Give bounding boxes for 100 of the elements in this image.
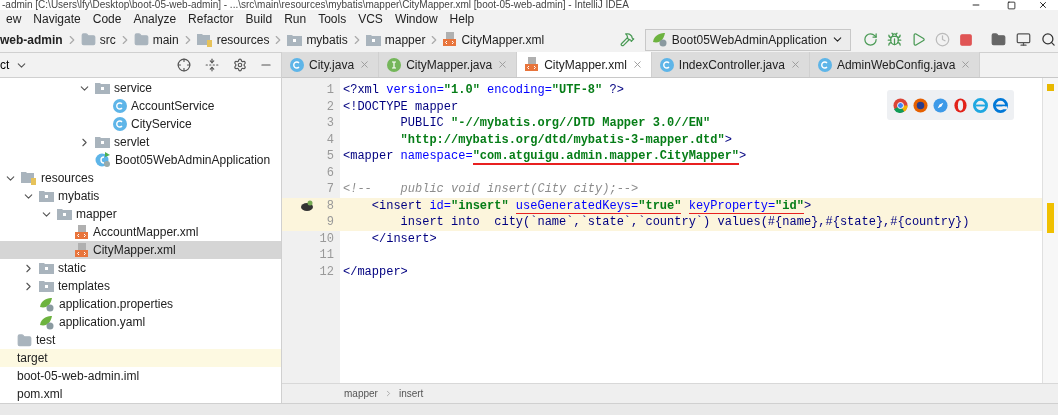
close-icon[interactable] bbox=[1038, 0, 1048, 10]
browser-icon[interactable] bbox=[953, 97, 968, 113]
spring-leaf-icon bbox=[39, 296, 55, 312]
search-icon[interactable] bbox=[1041, 32, 1056, 47]
path-item[interactable]: mapper bbox=[344, 386, 378, 401]
menu-item[interactable]: Code bbox=[86, 9, 128, 28]
breadcrumb-item[interactable]: src bbox=[80, 30, 116, 49]
editor-tab[interactable]: CityMapper.java bbox=[379, 52, 518, 77]
breadcrumb-item[interactable]: resources bbox=[196, 30, 270, 49]
menu-item[interactable]: Build bbox=[239, 9, 279, 28]
status-marker[interactable] bbox=[1047, 84, 1054, 91]
xml-file-icon bbox=[75, 242, 89, 258]
tree-item[interactable]: resources bbox=[0, 169, 281, 187]
tree-item[interactable]: servlet bbox=[0, 133, 281, 151]
breadcrumb-item[interactable]: CityMapper.xml bbox=[443, 30, 545, 49]
class-icon bbox=[113, 99, 127, 113]
package-folder-icon bbox=[39, 280, 54, 292]
bug-icon[interactable] bbox=[887, 32, 902, 47]
editor-tab[interactable]: CityMapper.xml bbox=[517, 52, 652, 77]
package-folder-icon bbox=[287, 33, 303, 46]
window-title: -admin [C:\Users\lfy\Desktop\boot-05-web-admin] - ...\src\main\resources\mybatis\mapper\CityMapper.xml [boot-05-web-admin] - IntelliJ IDEA bbox=[1, 0, 630, 10]
tree-item[interactable]: static bbox=[0, 259, 281, 277]
tree-item[interactable]: Boot05WebAdminApplication bbox=[0, 151, 281, 169]
class-icon bbox=[817, 57, 832, 72]
class-icon bbox=[659, 57, 674, 72]
line-number: 4 bbox=[325, 131, 334, 149]
browser-icon[interactable] bbox=[893, 97, 908, 113]
menu-item[interactable]: Navigate bbox=[27, 9, 87, 28]
code-line: <!DOCTYPE mapper bbox=[342, 98, 459, 115]
class-icon bbox=[290, 57, 304, 72]
breadcrumb-item[interactable]: main bbox=[133, 30, 179, 49]
package-folder-icon bbox=[95, 136, 110, 148]
line-number: 11 bbox=[318, 247, 334, 265]
menu-item[interactable]: Refactor bbox=[182, 9, 240, 28]
collapse-icon[interactable] bbox=[205, 58, 219, 72]
locate-icon[interactable] bbox=[177, 58, 191, 72]
interface-icon bbox=[387, 57, 402, 72]
menu-item[interactable]: ew bbox=[0, 9, 28, 28]
line-number: 10 bbox=[318, 230, 334, 248]
tree-item[interactable]: CityMapper.xml bbox=[0, 241, 281, 259]
tree-item[interactable]: AccountService bbox=[0, 97, 281, 115]
code-line: <mapper namespace="com.atguigu.admin.mapper.CityMapper"> bbox=[342, 148, 747, 165]
package-folder-icon bbox=[365, 33, 381, 46]
menu-item[interactable]: Tools bbox=[312, 9, 353, 28]
browser-icon[interactable] bbox=[993, 97, 1008, 113]
class-icon bbox=[113, 117, 127, 131]
folder-icon bbox=[80, 32, 96, 47]
settings-icon[interactable] bbox=[233, 58, 247, 72]
xml-file-icon bbox=[443, 32, 458, 47]
resources-folder-icon bbox=[196, 32, 213, 47]
editor-tab[interactable]: City.java bbox=[282, 52, 380, 77]
maximize-icon[interactable] bbox=[1007, 1, 1016, 10]
code-line: </insert> bbox=[370, 230, 437, 247]
line-number: 5 bbox=[325, 148, 334, 166]
rerun-icon[interactable] bbox=[863, 32, 878, 47]
line-number: 3 bbox=[325, 115, 334, 133]
spring-leaf-icon bbox=[651, 32, 668, 47]
tree-item[interactable]: service bbox=[0, 79, 281, 97]
bird-icon[interactable] bbox=[300, 199, 314, 212]
editor-tab[interactable]: AdminWebConfig.java bbox=[809, 52, 981, 77]
line-number: 1 bbox=[325, 82, 334, 100]
line-number: 6 bbox=[325, 164, 334, 182]
folder-icon bbox=[133, 32, 149, 47]
tree-item[interactable]: application.properties bbox=[0, 295, 281, 313]
folder-icon bbox=[17, 332, 32, 348]
path-item[interactable]: insert bbox=[398, 386, 424, 401]
tree-item[interactable]: mybatis bbox=[0, 187, 281, 205]
panel-title[interactable]: ct bbox=[0, 56, 10, 74]
editor-tab[interactable]: IndexController.java bbox=[651, 52, 810, 77]
menu-item[interactable]: Run bbox=[278, 9, 313, 28]
breadcrumb-item[interactable]: web-admin bbox=[0, 30, 63, 49]
tree-item[interactable]: CityService bbox=[0, 115, 281, 133]
run-config-dropdown[interactable]: Boot05WebAdminApplication bbox=[644, 28, 851, 51]
tree-item[interactable]: pom.xml bbox=[0, 385, 281, 403]
coverage-run-icon[interactable] bbox=[911, 32, 926, 47]
hammer-icon[interactable] bbox=[619, 32, 635, 47]
line-number: 7 bbox=[325, 181, 334, 199]
menu-item[interactable]: Help bbox=[443, 9, 481, 28]
package-folder-icon bbox=[39, 262, 54, 274]
tree-item[interactable]: templates bbox=[0, 277, 281, 295]
tree-item[interactable]: target bbox=[0, 349, 281, 367]
tree-item[interactable]: mapper bbox=[0, 205, 281, 223]
menu-item[interactable]: Window bbox=[388, 9, 444, 28]
folder-icon[interactable] bbox=[991, 32, 1006, 47]
change-marker[interactable] bbox=[1047, 203, 1054, 233]
stop-icon[interactable] bbox=[959, 32, 973, 47]
line-number: 12 bbox=[318, 263, 334, 281]
spring-class-icon bbox=[95, 152, 111, 168]
tree-item[interactable]: application.yaml bbox=[0, 313, 281, 331]
breadcrumb-item[interactable]: mapper bbox=[365, 30, 426, 49]
menu-item[interactable]: Analyze bbox=[127, 9, 183, 28]
compass-icon[interactable] bbox=[933, 97, 948, 113]
breadcrumb-item[interactable]: mybatis bbox=[287, 30, 348, 49]
tree-item[interactable]: test bbox=[0, 331, 281, 349]
tree-item[interactable]: AccountMapper.xml bbox=[0, 223, 281, 241]
terminal-icon[interactable] bbox=[1016, 32, 1031, 47]
code-line: <!-- public void insert(City city);--> bbox=[342, 181, 639, 198]
tree-item[interactable]: boot-05-web-admin.iml bbox=[0, 367, 281, 385]
browser-icon[interactable] bbox=[913, 97, 928, 113]
menu-item[interactable]: VCS bbox=[352, 9, 389, 28]
